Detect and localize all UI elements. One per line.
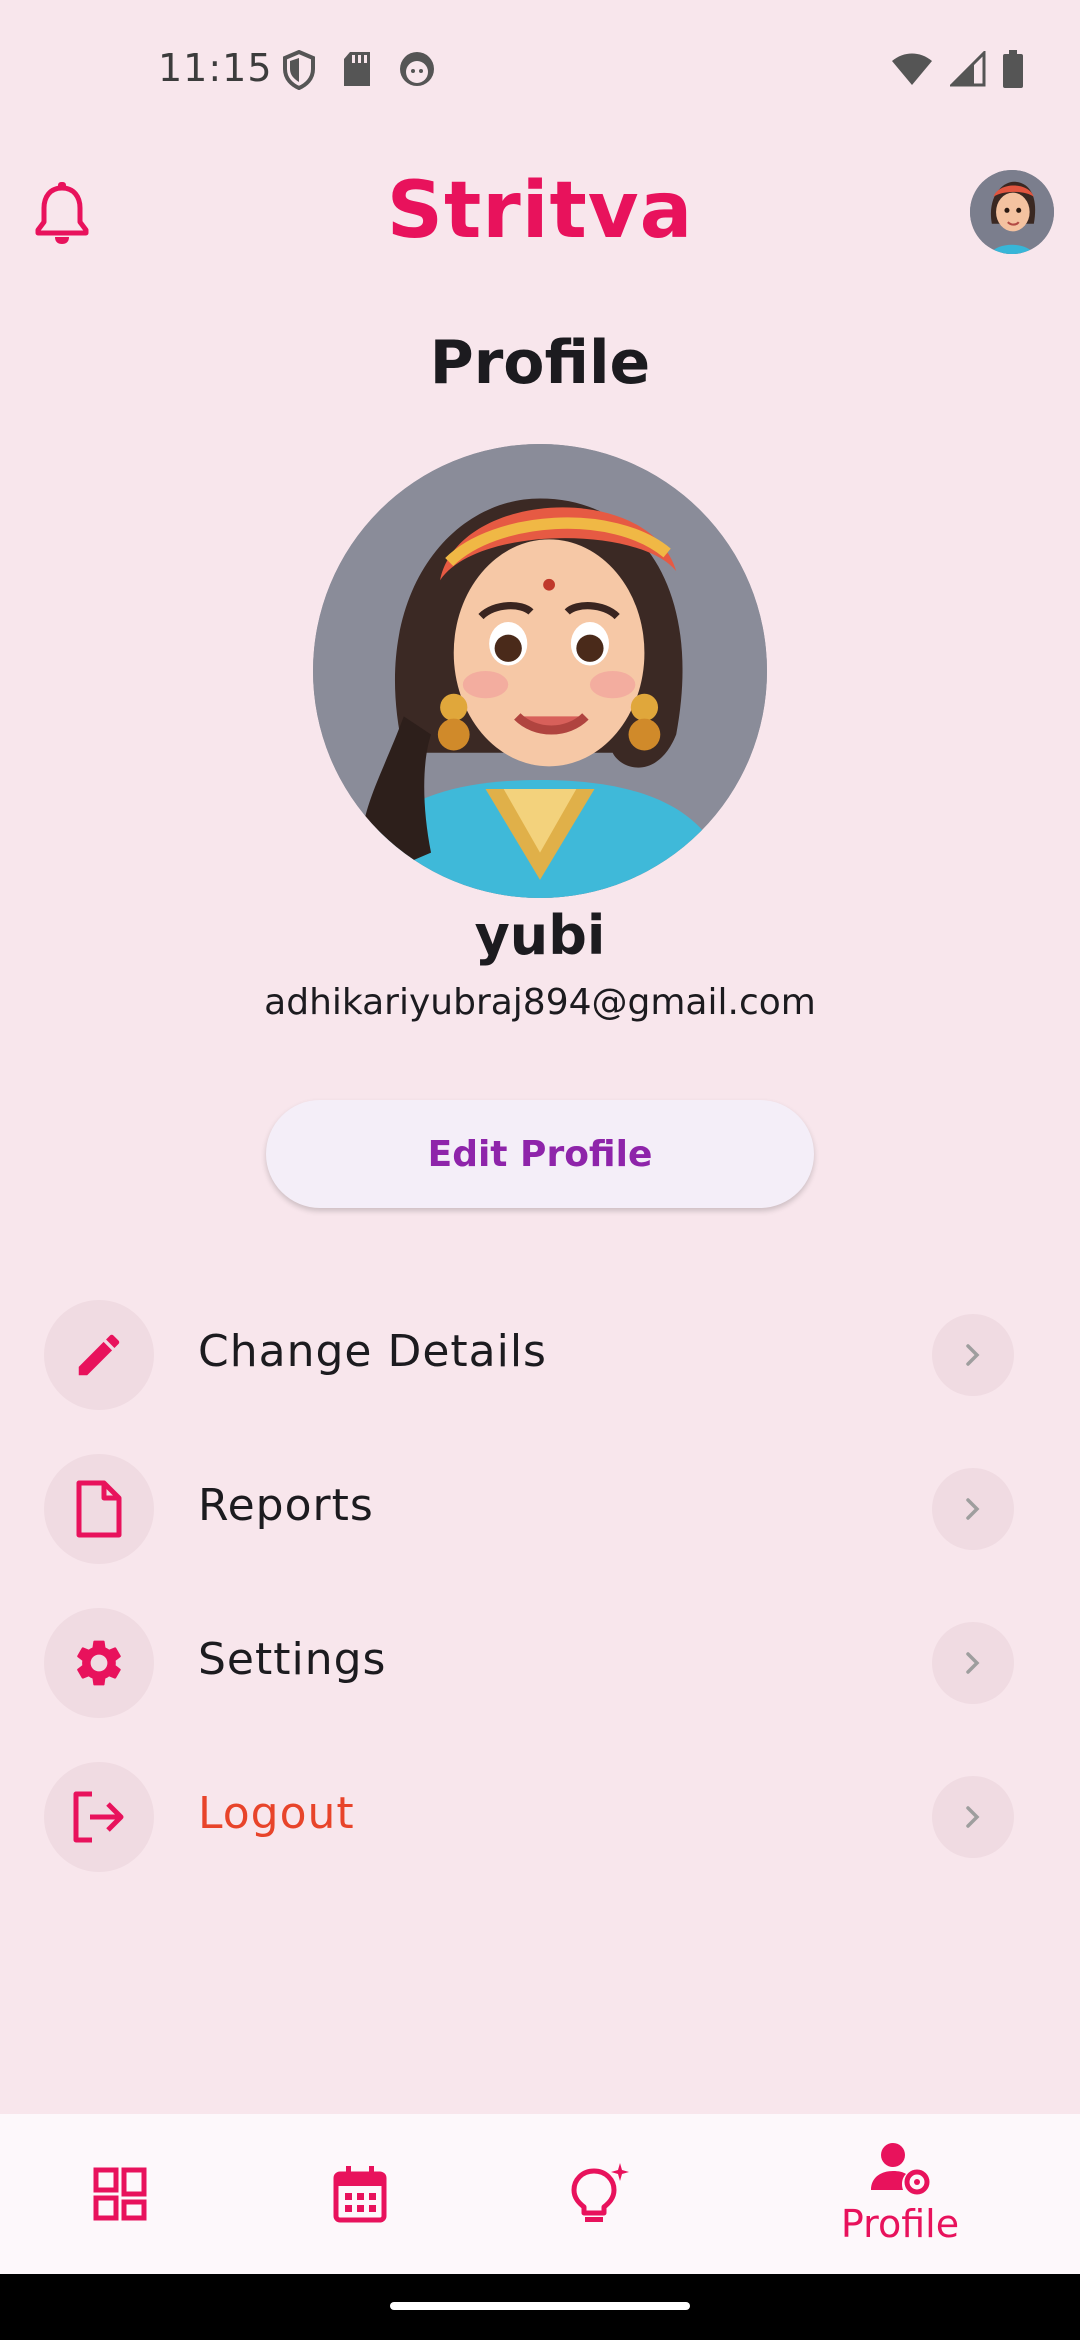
menu-label: Change Details [198,1326,547,1377]
nav-label-profile: Profile [840,2202,960,2246]
user-email: adhikariyubraj894@gmail.com [264,982,816,1023]
menu-item-logout[interactable]: Logout [0,1758,1080,1912]
gesture-bar [0,2274,1080,2340]
sd-card-icon [344,52,370,86]
user-name: yubi [474,904,606,967]
avatar[interactable] [970,170,1054,254]
home-indicator[interactable] [390,2302,690,2310]
pencil-icon [78,1334,120,1376]
menu-icon-circle [44,1608,154,1718]
nav-dashboard[interactable] [0,2114,240,2274]
nav-profile[interactable]: Profile [780,2114,1020,2274]
menu-icon-circle [44,1454,154,1564]
dashboard-icon [93,2167,147,2221]
chevron-right-icon[interactable] [932,1622,1014,1704]
lightbulb-icon [571,2163,629,2222]
gear-icon [77,1640,121,1686]
profile-menu: Change Details Reports Settings Logout [0,1296,1080,1912]
chevron-right-icon[interactable] [932,1468,1014,1550]
nav-calendar[interactable] [240,2114,480,2274]
app-brand: Stritva [386,166,694,256]
menu-label-logout: Logout [198,1788,355,1839]
status-time: 11:15 [158,46,273,90]
status-bar: 11:15 [0,0,1080,140]
calendar-icon [333,2166,387,2223]
menu-label: Reports [198,1480,374,1531]
app-header: Stritva [0,140,1080,290]
shield-icon [283,50,315,90]
bottom-navigation: Profile [0,2114,1080,2274]
menu-icon-circle [44,1300,154,1410]
wifi-icon [892,53,932,85]
battery-icon [1003,50,1023,88]
profile-avatar [313,444,767,898]
menu-icon-circle [44,1762,154,1872]
nav-tips[interactable] [480,2114,720,2274]
status-icons-right [890,50,1024,88]
logout-icon [73,1791,124,1843]
menu-label: Settings [198,1634,387,1685]
menu-item-settings[interactable]: Settings [0,1604,1080,1758]
status-icons-left [282,50,436,90]
face-icon [400,52,434,86]
menu-item-change-details[interactable]: Change Details [0,1296,1080,1450]
chevron-right-icon[interactable] [932,1314,1014,1396]
page-title: Profile [429,328,651,398]
profile-settings-icon [871,2143,930,2195]
edit-profile-button[interactable]: Edit Profile [266,1100,814,1208]
document-icon [76,1480,122,1538]
profile-avatar-image [313,444,767,898]
avatar-image [970,170,1054,254]
chevron-right-icon[interactable] [932,1776,1014,1858]
menu-item-reports[interactable]: Reports [0,1450,1080,1604]
signal-icon [950,51,986,87]
